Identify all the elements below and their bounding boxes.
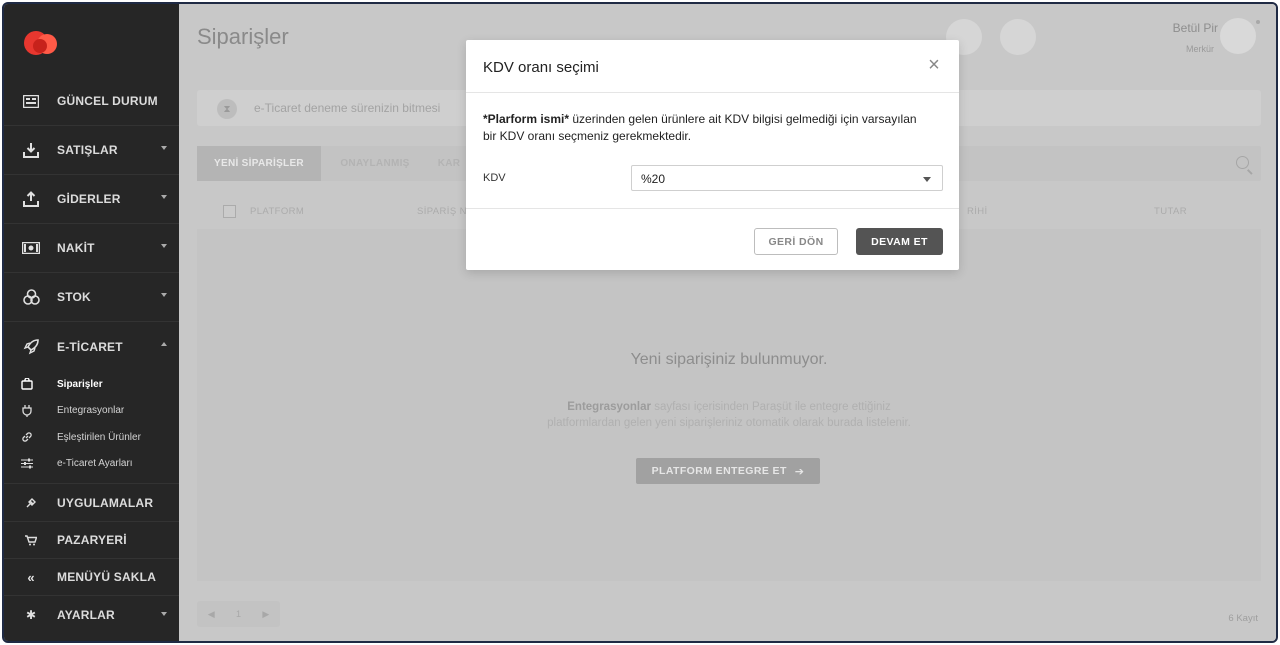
chevron-down-icon [161,195,167,199]
empty-desc-line2: platformlardan gelen yeni siparişleriniz… [547,417,911,429]
sidebar-item-label: STOK [57,290,91,304]
upload-icon [20,190,42,208]
sidebar-item-satislar[interactable]: SATIŞLAR [4,126,179,175]
sidebar-item-label: AYARLAR [57,607,115,622]
rocket-icon [20,338,42,356]
integrate-platform-button[interactable]: PLATFORM ENTEGRE ET ➔ [636,458,820,484]
select-all-checkbox[interactable] [223,205,236,218]
empty-desc-line1: sayfası içerisinden Paraşüt ile entegre … [651,401,891,413]
download-icon [20,141,42,159]
next-page-icon[interactable]: ▶ [262,609,269,620]
avatar[interactable] [1220,18,1256,54]
hourglass-icon: ⧗ [217,99,237,119]
column-header-tarih[interactable]: RİHİ [967,206,988,217]
app-window: GÜNCEL DURUM SATIŞLAR GİDERLER NAKİT STO… [2,2,1278,643]
close-icon[interactable]: × [925,55,943,75]
tab-kargolanan[interactable]: KAR [429,146,469,181]
sidebar-item-nakit[interactable]: NAKİT [4,224,179,273]
sidebar-item-label: E-TİCARET [57,339,123,354]
sidebar-item-guncel-durum[interactable]: GÜNCEL DURUM [4,77,179,126]
status-dot-icon [1256,20,1260,24]
sidebar-subitem-eslestirilen-urunler[interactable]: Eşleştirilen Ürünler [4,424,179,451]
sidebar-subitem-entegrasyonlar[interactable]: Entegrasyonlar [4,398,179,425]
user-company: Merkür [1185,44,1214,54]
tab-yeni-siparisler[interactable]: YENİ SİPARİŞLER [197,146,321,181]
header-action-button[interactable] [1000,19,1036,55]
sidebar-subitem-label: Eşleştirilen Ürünler [57,431,141,443]
column-header-tutar[interactable]: TUTAR [1154,206,1187,217]
modal-message: *Plarform ismi* üzerinden gelen ürünlere… [483,111,923,145]
modal-body: *Plarform ismi* üzerinden gelen ürünlere… [466,93,959,209]
prev-page-icon[interactable]: ◀ [208,609,215,620]
gear-icon: ✱ [25,607,37,622]
plug-icon [20,404,34,418]
empty-state-title: Yeni siparişiniz bulunmuyor. [630,351,828,368]
banknote-icon [20,239,42,257]
sidebar-item-e-ticaret[interactable]: E-TİCARET [4,322,179,371]
empty-state: Yeni siparişiniz bulunmuyor. Entegrasyon… [197,229,1261,581]
sidebar-item-ayarlar[interactable]: ✱ AYARLAR [4,596,179,633]
sidebar-item-label: UYGULAMALAR [57,495,154,510]
sidebar-item-label: GİDERLER [57,192,121,206]
arrow-right-icon: ➔ [794,465,805,478]
integrate-platform-label: PLATFORM ENTEGRE ET [651,465,787,477]
kdv-select-value: %20 [641,172,666,186]
sidebar-item-menuyu-sakla[interactable]: « MENÜYÜ SAKLA [4,559,179,596]
record-count: 6 Kayıt [1228,613,1258,624]
sidebar-subitem-label: Siparişler [57,378,103,390]
sidebar-item-stok[interactable]: STOK [4,273,179,322]
kdv-rate-modal: KDV oranı seçimi × *Plarform ismi* üzeri… [466,40,959,270]
sidebar-subitem-e-ticaret-ayarlari[interactable]: e-Ticaret Ayarları [4,451,179,478]
sidebar-subitem-label: Entegrasyonlar [57,405,125,417]
integrations-link[interactable]: Entegrasyonlar [567,401,651,413]
sidebar-subitem-siparisler[interactable]: Siparişler [4,371,179,398]
chevron-down-icon [161,244,167,248]
column-header-platform[interactable]: PLATFORM [250,206,304,217]
sidebar-item-giderler[interactable]: GİDERLER [4,175,179,224]
sidebar-item-label: NAKİT [57,241,95,255]
kdv-select[interactable]: %20 [631,165,943,191]
link-icon [20,430,34,444]
chevron-down-icon [161,146,167,150]
modal-title: KDV oranı seçimi [483,59,599,76]
current-page[interactable]: 1 [236,609,241,619]
sidebar-item-label: PAZARYERİ [57,533,127,547]
trial-notice-text: e-Ticaret deneme sürenizin bitmesi [254,101,441,115]
double-chevron-left-icon: « [27,569,35,585]
e-ticaret-submenu: Siparişler Entegrasyonlar Eşleştirilen Ü… [4,371,179,484]
user-name[interactable]: Betül Pir [1173,21,1218,35]
parasut-logo-icon[interactable] [20,26,60,56]
plug-icon [20,494,42,512]
page-title: Siparişler [197,24,289,49]
sidebar-item-label: MENÜYÜ SAKLA [57,570,157,584]
chevron-down-icon [161,612,167,616]
kdv-label: KDV [483,172,506,184]
modal-header: KDV oranı seçimi × [466,40,959,93]
sidebar-item-uygulamalar[interactable]: UYGULAMALAR [4,484,179,522]
search-icon[interactable] [1236,156,1249,169]
chevron-down-icon [923,177,931,182]
pagination: ◀ 1 ▶ [197,601,280,627]
sidebar: GÜNCEL DURUM SATIŞLAR GİDERLER NAKİT STO… [4,4,179,641]
sidebar-item-label: SATIŞLAR [57,143,118,157]
chevron-up-icon [161,342,167,346]
continue-button[interactable]: DEVAM ET [856,228,943,255]
chevron-down-icon [161,293,167,297]
dashboard-icon [20,92,42,110]
back-button[interactable]: GERİ DÖN [754,228,838,255]
sliders-icon [20,457,34,471]
column-header-siparis-no[interactable]: SİPARİŞ N [417,206,467,217]
sidebar-nav: GÜNCEL DURUM SATIŞLAR GİDERLER NAKİT STO… [4,77,179,633]
sidebar-subitem-label: e-Ticaret Ayarları [57,458,133,470]
cart-icon [20,531,42,549]
sidebar-item-label: GÜNCEL DURUM [57,94,158,108]
sidebar-item-pazaryeri[interactable]: PAZARYERİ [4,522,179,559]
boxes-icon [20,288,42,306]
empty-state-description: Entegrasyonlar sayfası içerisinden Paraş… [197,399,1261,431]
tab-onaylanmis[interactable]: ONAYLANMIŞ [323,146,427,181]
shopping-bag-icon [20,377,34,391]
platform-name-placeholder: *Plarform ismi* [483,112,570,126]
